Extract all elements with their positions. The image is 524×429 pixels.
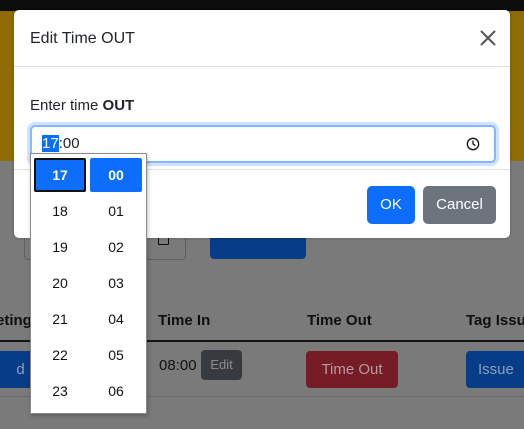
minute-option[interactable]: 04 (90, 302, 142, 336)
minute-option[interactable]: 02 (90, 230, 142, 264)
modal-title: Edit Time OUT (30, 30, 135, 47)
minute-option[interactable]: 01 (90, 194, 142, 228)
minute-option[interactable]: 00 (90, 158, 142, 192)
time-hours-segment[interactable]: 17 (42, 135, 59, 152)
edit-time-in-button[interactable]: Edit (201, 350, 242, 380)
column-header-time-out: Time Out (307, 312, 372, 329)
time-prompt: Enter time OUT (30, 97, 134, 114)
clock-icon[interactable] (466, 137, 480, 151)
hour-option[interactable]: 22 (34, 338, 86, 372)
issue-button-label: Issue (478, 361, 514, 378)
issue-button[interactable]: Issue (466, 351, 524, 388)
time-out-button[interactable]: Time Out (306, 351, 398, 388)
ok-button[interactable]: OK (367, 186, 415, 224)
time-prompt-text: Enter time (30, 97, 103, 114)
hour-option[interactable]: 23 (34, 374, 86, 408)
edit-button-label: Edit (210, 357, 233, 372)
modal-header: Edit Time OUT (14, 10, 510, 67)
hour-option[interactable]: 20 (34, 266, 86, 300)
hour-option[interactable]: 18 (34, 194, 86, 228)
time-in-value: 08:00 (159, 357, 197, 374)
column-header-meeting: eting (0, 312, 32, 329)
close-button[interactable] (476, 26, 500, 50)
minute-option[interactable]: 03 (90, 266, 142, 300)
cancel-button[interactable]: Cancel (423, 186, 496, 224)
time-prompt-bold: OUT (102, 97, 135, 114)
minute-option[interactable]: 06 (90, 374, 142, 408)
column-header-time-in: Time In (158, 312, 211, 329)
time-minutes-segment[interactable]: 00 (63, 135, 80, 152)
hour-option[interactable]: 19 (34, 230, 86, 264)
column-header-tag-issue: Tag Issu (466, 312, 524, 329)
time-out-button-label: Time Out (321, 361, 383, 378)
time-value: 17:00 (42, 135, 80, 152)
time-picker-dropdown: 17 18 19 20 21 22 23 00 01 02 03 04 05 0… (30, 153, 147, 414)
hour-option[interactable]: 21 (34, 302, 86, 336)
close-icon (480, 30, 496, 46)
minute-option[interactable]: 05 (90, 338, 142, 372)
hour-option[interactable]: 17 (34, 158, 86, 192)
